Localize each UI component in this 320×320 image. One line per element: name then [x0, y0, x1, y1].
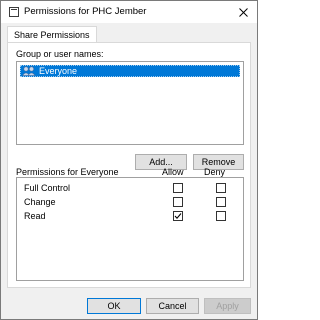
close-icon: [238, 7, 248, 17]
change-deny-checkbox[interactable]: [216, 197, 226, 207]
permissions-title: Permissions for Everyone: [16, 167, 119, 177]
permission-label: Full Control: [24, 183, 71, 193]
group-user-list[interactable]: Everyone: [16, 61, 244, 145]
tab-panel: Group or user names: Everyone Add... Rem…: [7, 42, 251, 288]
permission-row-read: Read: [17, 209, 243, 223]
checkmark-icon: [174, 213, 182, 220]
permission-row-change: Change: [17, 195, 243, 209]
permissions-table: Full Control Change Read: [16, 177, 244, 281]
ok-button[interactable]: OK: [87, 298, 141, 314]
read-deny-checkbox[interactable]: [216, 211, 226, 221]
close-button[interactable]: [235, 4, 251, 20]
full-control-deny-checkbox[interactable]: [216, 183, 226, 193]
list-item-everyone[interactable]: Everyone: [20, 65, 240, 77]
permissions-dialog: Permissions for PHC Jember Share Permiss…: [0, 0, 258, 320]
group-names-label: Group or user names:: [16, 49, 104, 59]
permission-row-full-control: Full Control: [17, 181, 243, 195]
folder-share-icon: [9, 7, 19, 17]
permission-label: Change: [24, 197, 56, 207]
full-control-allow-checkbox[interactable]: [173, 183, 183, 193]
read-allow-checkbox[interactable]: [173, 211, 183, 221]
list-item-label: Everyone: [39, 66, 78, 76]
allow-column-header: Allow: [162, 167, 184, 177]
permission-label: Read: [24, 211, 46, 221]
users-group-icon: [21, 66, 36, 76]
deny-column-header: Deny: [204, 167, 226, 177]
apply-button[interactable]: Apply: [204, 298, 251, 314]
tab-share-permissions[interactable]: Share Permissions: [7, 26, 97, 43]
window-title: Permissions for PHC Jember: [24, 6, 147, 17]
change-allow-checkbox[interactable]: [173, 197, 183, 207]
title-bar: Permissions for PHC Jember: [1, 1, 257, 23]
cancel-button[interactable]: Cancel: [146, 298, 199, 314]
